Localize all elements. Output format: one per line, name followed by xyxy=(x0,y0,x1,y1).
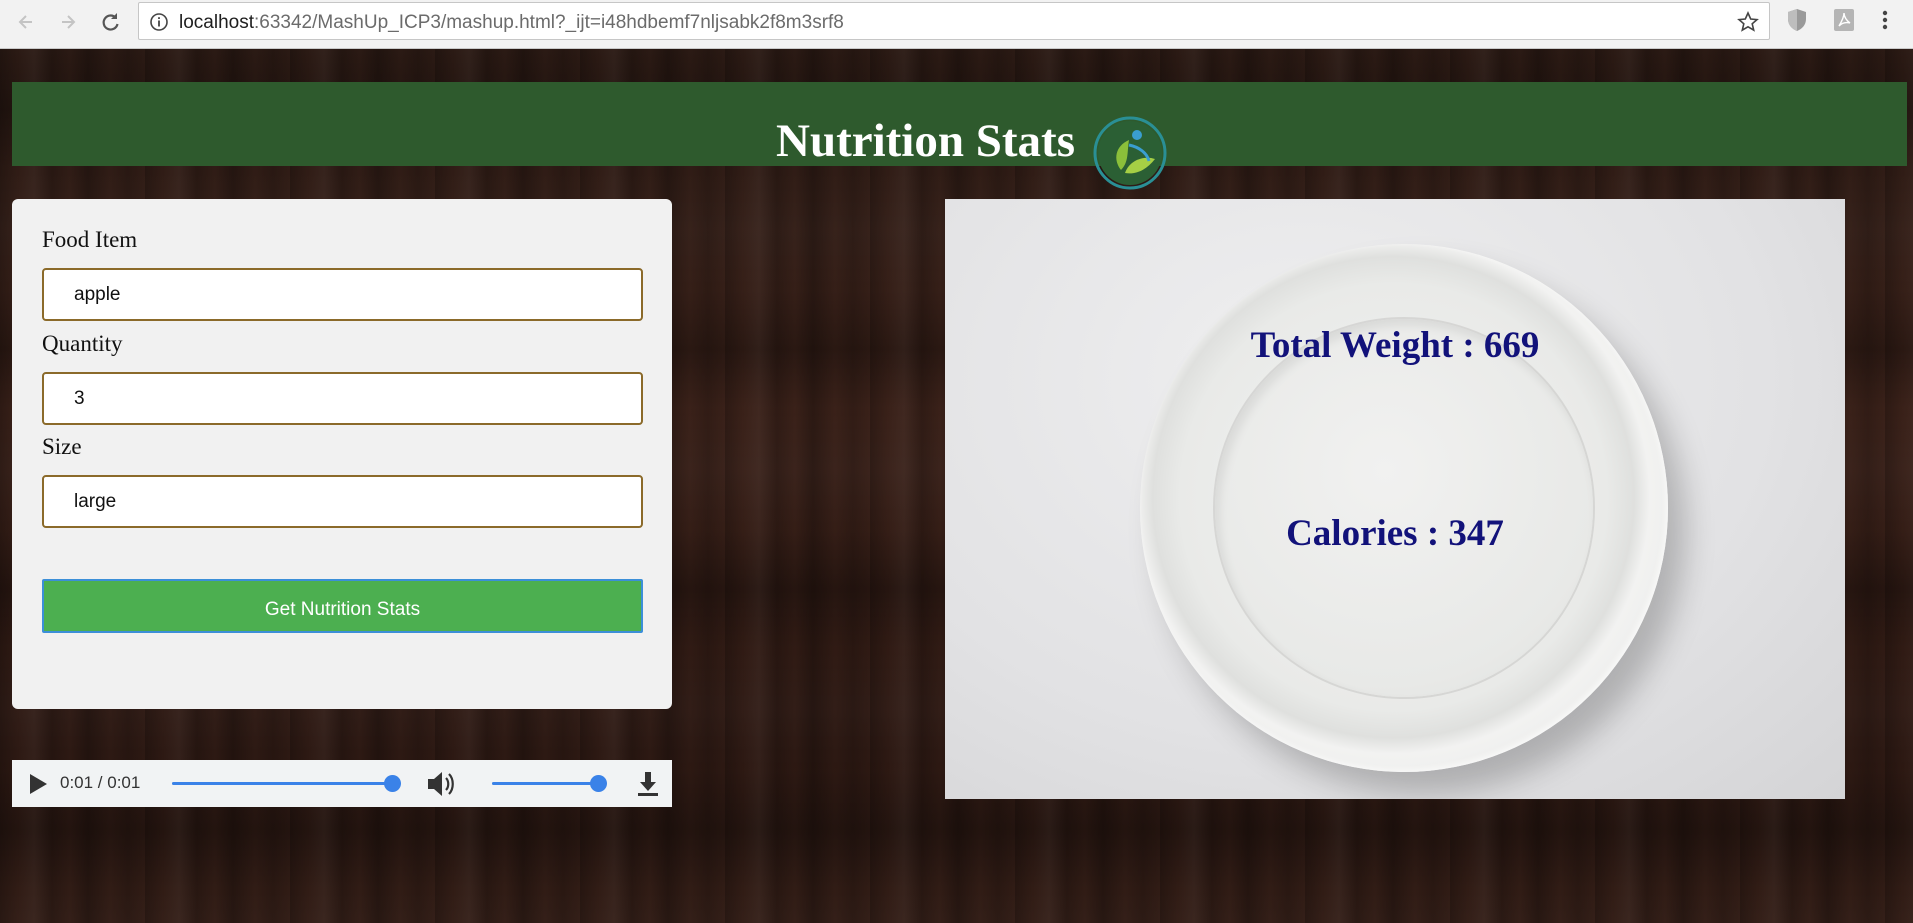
pdf-extension-icon[interactable] xyxy=(1833,8,1855,32)
food-item-label: Food Item xyxy=(42,227,138,252)
volume-thumb[interactable] xyxy=(590,775,607,792)
reload-icon xyxy=(102,13,119,31)
quantity-label: Quantity xyxy=(42,331,123,356)
volume-icon[interactable] xyxy=(426,770,456,798)
download-icon[interactable] xyxy=(636,770,660,798)
audio-time: 0:01 / 0:01 xyxy=(60,773,141,792)
forward-arrow-icon xyxy=(62,15,76,29)
size-label: Size xyxy=(42,434,82,459)
nutrition-form: Food Item Quantity Size Get Nutrition St… xyxy=(12,199,672,709)
url-path: :63342/MashUp_ICP3/mashup.html?_ijt=i48h… xyxy=(254,12,844,33)
url-text: localhost:63342/MashUp_ICP3/mashup.html?… xyxy=(179,12,844,34)
volume-fill xyxy=(492,782,598,785)
plate-center xyxy=(1215,319,1593,697)
play-icon[interactable] xyxy=(28,773,48,795)
size-input[interactable] xyxy=(42,475,643,528)
forward-button[interactable] xyxy=(52,6,84,38)
seek-thumb[interactable] xyxy=(384,775,401,792)
info-icon[interactable] xyxy=(149,12,169,32)
browser-toolbar: localhost:63342/MashUp_ICP3/mashup.html?… xyxy=(0,0,1913,49)
page-title: Nutrition Stats xyxy=(776,115,1075,167)
results-panel: Total Weight : 669 Calories : 347 xyxy=(945,199,1845,799)
kebab-menu-icon[interactable] xyxy=(1880,8,1890,32)
audio-seek-bar[interactable] xyxy=(172,775,401,792)
back-button[interactable] xyxy=(10,6,42,38)
bookmark-star-icon[interactable] xyxy=(1737,11,1759,33)
page-background: Nutrition Stats Food Item Quantity Size … xyxy=(0,49,1913,923)
url-host: localhost xyxy=(179,12,254,33)
calories-text: Calories : 347 xyxy=(1286,513,1504,554)
volume-slider[interactable] xyxy=(492,775,607,792)
seek-fill xyxy=(172,782,392,785)
total-weight-text: Total Weight : 669 xyxy=(1250,325,1540,366)
quantity-input[interactable] xyxy=(42,372,643,425)
back-arrow-icon xyxy=(18,15,32,29)
food-item-input[interactable] xyxy=(42,268,643,321)
leaf-logo-icon xyxy=(1093,116,1167,190)
shield-extension-icon[interactable] xyxy=(1786,8,1808,32)
get-nutrition-stats-button[interactable]: Get Nutrition Stats xyxy=(42,579,643,633)
header-banner: Nutrition Stats xyxy=(12,82,1907,190)
reload-button[interactable] xyxy=(94,6,126,38)
address-bar[interactable]: localhost:63342/MashUp_ICP3/mashup.html?… xyxy=(138,2,1770,40)
get-nutrition-stats-label: Get Nutrition Stats xyxy=(264,599,421,620)
audio-player: 0:01 / 0:01 xyxy=(12,760,672,807)
